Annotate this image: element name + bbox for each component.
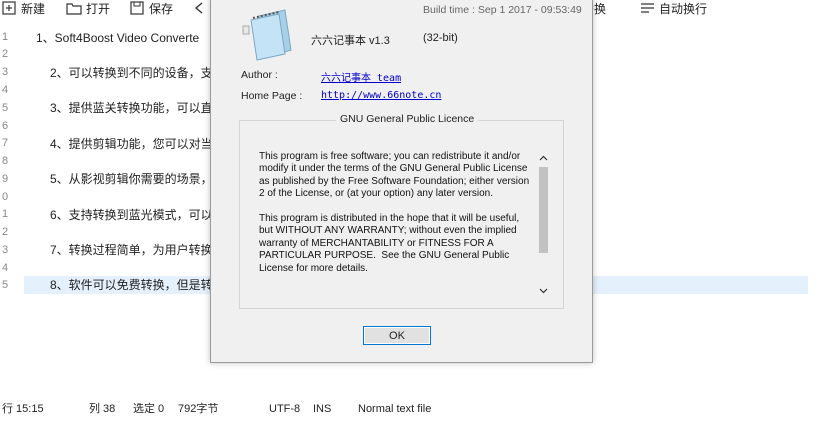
status-filetype: Normal text file [358,403,432,415]
open-label: 打开 [86,1,111,16]
editor-line[interactable]: 6、支持转换到蓝光模式，可以 [50,205,213,225]
undo-icon [193,1,207,15]
wrap-label: 自动换行 [659,1,708,16]
app-name: 六六记事本 v1.3 [311,35,390,47]
editor-line[interactable]: 1、Soft4Boost Video Converte [36,28,199,48]
line-number: 7 [2,137,9,149]
build-time: Build time : Sep 1 2017 - 09:53:49 [423,4,582,16]
author-link[interactable]: 六六记事本 team [321,69,401,84]
editor-line[interactable]: 8、软件可以免费转换，但是转 [50,275,213,295]
line-number: 9 [2,173,9,185]
editor-line[interactable]: 4、提供剪辑功能，您可以对当 [50,134,213,154]
editor-line[interactable]: 7、转换过程简单，为用户转换 [50,240,213,260]
word-wrap-button[interactable]: 自动换行 [640,0,707,16]
line-number: 2 [2,226,9,238]
editor-line[interactable]: 3、提供蓝关转换功能，可以直 [50,98,213,118]
undo-button[interactable] [193,0,207,16]
license-title: GNU General Public Licence [336,113,479,125]
open-button[interactable]: 打开 [66,0,110,16]
line-number: 4 [2,262,9,274]
ok-button[interactable]: OK [363,326,431,345]
scroll-up-icon[interactable] [537,151,550,164]
save-label: 保存 [149,1,174,16]
line-number: 3 [2,66,9,78]
license-scrollbar[interactable] [537,151,550,297]
line-number: 0 [2,191,9,203]
license-group: GNU General Public Licence This program … [239,113,564,309]
notepad-app-icon [241,6,293,65]
open-folder-icon [66,1,82,15]
author-label: Author : [241,69,278,81]
line-number: 1 [2,208,9,220]
status-mode: INS [313,403,332,415]
status-selection: 选定 0 [133,403,165,415]
save-icon [130,1,145,15]
word-wrap-icon [640,1,655,15]
scroll-down-icon[interactable] [537,284,550,297]
line-number: 4 [2,84,9,96]
new-label: 新建 [21,1,46,16]
status-column: 列 38 [89,403,116,415]
line-number: 5 [2,102,9,114]
status-chars: 792字节 [178,403,219,415]
new-button[interactable]: 新建 [2,0,45,16]
line-number: 1 [2,31,9,43]
homepage-label: Home Page : [241,90,303,102]
app-arch: (32-bit) [423,32,458,44]
line-number: 2 [2,48,9,60]
line-number: 5 [2,279,9,291]
homepage-link[interactable]: http://www.66note.cn [321,90,441,101]
editor-line[interactable]: 2、可以转换到不同的设备，支 [50,63,213,83]
about-dialog: Build time : Sep 1 2017 - 09:53:49 六六记事本… [210,0,593,363]
status-encoding: UTF-8 [269,403,301,415]
scrollbar-thumb[interactable] [539,167,548,253]
license-text[interactable]: This program is free software; you can r… [259,151,534,303]
new-file-icon [2,1,17,15]
save-button[interactable]: 保存 [130,0,173,16]
line-number: 8 [2,155,9,167]
status-position: 行 15:15 [2,403,44,415]
editor-line[interactable]: 5、从影视剪辑你需要的场景， [50,169,213,189]
line-number: 6 [2,120,9,132]
line-number: 3 [2,244,9,256]
